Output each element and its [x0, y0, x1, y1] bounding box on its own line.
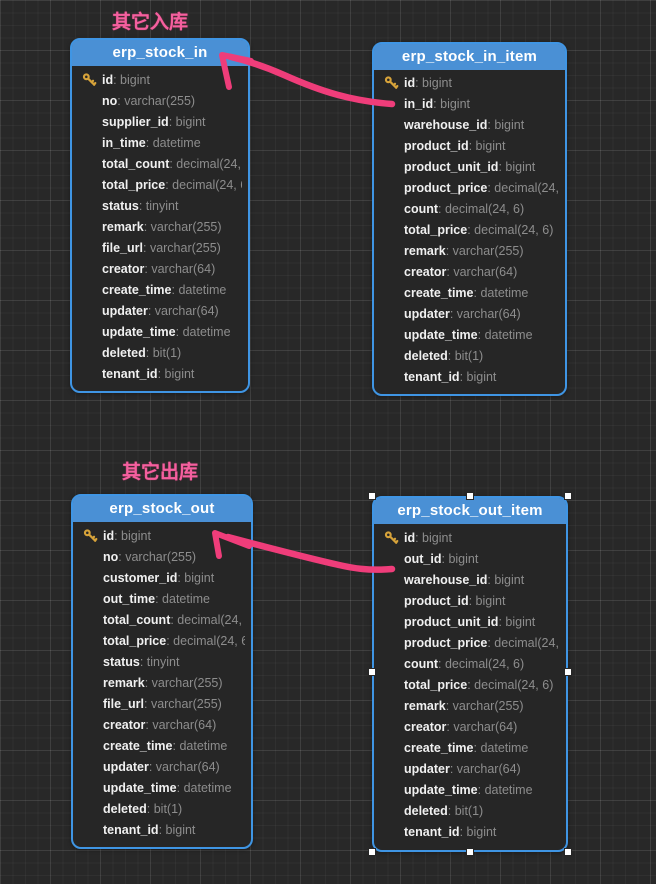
selection-handle-e[interactable]	[564, 668, 572, 676]
selection-handle-n[interactable]	[466, 492, 474, 500]
selection-handle-nw[interactable]	[368, 492, 376, 500]
selection-handle-se[interactable]	[564, 848, 572, 856]
selection-handle-sw[interactable]	[368, 848, 376, 856]
relation-arrows-layer	[0, 0, 656, 884]
arrow-stock-in-item-to-stock-in[interactable]	[222, 55, 392, 104]
selection-handle-w[interactable]	[368, 668, 376, 676]
arrow-stock-out-item-to-stock-out[interactable]	[215, 533, 392, 570]
selection-handle-ne[interactable]	[564, 492, 572, 500]
selection-handle-s[interactable]	[466, 848, 474, 856]
diagram-canvas[interactable]: 其它入库 其它出库 erp_stock_in id: bigintno: var…	[0, 0, 656, 884]
